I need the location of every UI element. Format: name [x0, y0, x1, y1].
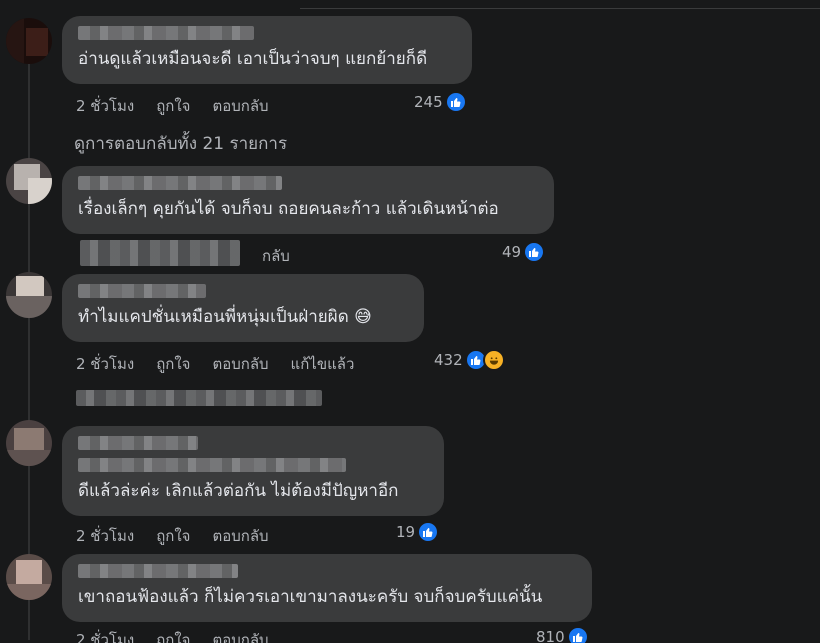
haha-reaction-icon: [482, 349, 505, 371]
comment-actions: 2 ชั่วโมง ถูกใจ ตอบกลับ: [76, 524, 269, 548]
like-button[interactable]: ถูกใจ: [156, 94, 190, 118]
comment-text: ทำไมแคปชั่นเหมือนพี่หนุ่มเป็นฝ่ายผิด 😅: [78, 307, 372, 327]
reply-button[interactable]: ตอบกลับ: [212, 94, 268, 118]
commenter-name[interactable]: [78, 436, 198, 450]
like-reaction-icon: [444, 91, 467, 113]
like-button[interactable]: ถูกใจ: [156, 628, 190, 643]
comment-bubble: ทำไมแคปชั่นเหมือนพี่หนุ่มเป็นฝ่ายผิด 😅: [62, 274, 424, 342]
commenter-name[interactable]: [78, 176, 282, 190]
reaction-count: 19: [396, 523, 416, 541]
reaction-count: 432: [434, 351, 463, 369]
avatar[interactable]: [6, 420, 52, 466]
comment-actions: 2 ชั่วโมง ถูกใจ ตอบกลับ: [76, 628, 269, 643]
commenter-name[interactable]: [78, 564, 238, 578]
commenter-name[interactable]: [78, 284, 206, 298]
comment-actions: 2 ชั่วโมง ถูกใจ ตอบกลับ แก้ไขแล้ว: [76, 352, 354, 376]
comment-actions: 2 ชั่วโมง ถูกใจ ตอบกลับ: [76, 94, 269, 118]
hidden-replies-blurred: [76, 390, 322, 406]
reply-button[interactable]: ตอบกลับ: [212, 628, 268, 643]
reaction-summary[interactable]: 810: [536, 626, 589, 643]
reply-button[interactable]: กลับ: [262, 244, 290, 268]
reaction-summary[interactable]: 432: [434, 349, 505, 371]
comment-time[interactable]: 2 ชั่วโมง: [76, 352, 134, 376]
reaction-summary[interactable]: 19: [396, 521, 440, 543]
thread-line: [28, 40, 30, 640]
comment-time[interactable]: 2 ชั่วโมง: [76, 94, 134, 118]
reply-button[interactable]: ตอบกลับ: [212, 524, 268, 548]
like-button[interactable]: ถูกใจ: [156, 352, 190, 376]
reaction-summary[interactable]: 245: [414, 91, 467, 113]
top-divider: [300, 8, 820, 9]
comment-bubble: เรื่องเล็กๆ คุยกันได้ จบก็จบ ถอยคนละก้าว…: [62, 166, 554, 234]
edited-label: แก้ไขแล้ว: [290, 355, 355, 373]
comment-time[interactable]: 2 ชั่วโมง: [76, 524, 134, 548]
comment-time[interactable]: 2 ชั่วโมง: [76, 628, 134, 643]
reply-button[interactable]: ตอบกลับ: [212, 352, 268, 376]
avatar[interactable]: [6, 158, 52, 204]
comment-actions: กลับ: [262, 244, 290, 268]
comment-bubble: เขาถอนฟ้องแล้ว ก็ไม่ควรเอาเขามาลงนะครับ …: [62, 554, 592, 622]
commenter-subtitle-blurred: [78, 458, 346, 472]
avatar[interactable]: [6, 272, 52, 318]
like-reaction-icon: [523, 241, 546, 263]
comment-text: เรื่องเล็กๆ คุยกันได้ จบก็จบ ถอยคนละก้าว…: [78, 199, 499, 219]
like-reaction-icon: [566, 626, 589, 643]
comment-text: อ่านดูแล้วเหมือนจะดี เอาเป็นว่าจบๆ แยกย้…: [78, 49, 428, 69]
reaction-count: 49: [502, 243, 522, 261]
comment-bubble: อ่านดูแล้วเหมือนจะดี เอาเป็นว่าจบๆ แยกย้…: [62, 16, 472, 84]
comment-bubble: ดีแล้วล่ะค่ะ เลิกแล้วต่อกัน ไม่ต้องมีปัญ…: [62, 426, 444, 516]
like-reaction-icon: [417, 521, 440, 543]
reaction-summary[interactable]: 49: [502, 241, 546, 263]
reaction-count: 810: [536, 628, 565, 643]
view-replies-link[interactable]: ดูการตอบกลับทั้ง 21 รายการ: [74, 130, 287, 157]
comment-text: เขาถอนฟ้องแล้ว ก็ไม่ควรเอาเขามาลงนะครับ …: [78, 587, 543, 607]
commenter-name[interactable]: [78, 26, 254, 40]
like-button[interactable]: ถูกใจ: [156, 524, 190, 548]
comment-text: ดีแล้วล่ะค่ะ เลิกแล้วต่อกัน ไม่ต้องมีปัญ…: [78, 481, 399, 501]
reaction-count: 245: [414, 93, 443, 111]
comment-actions-blurred: [80, 240, 240, 266]
avatar[interactable]: [6, 554, 52, 600]
avatar[interactable]: [6, 18, 52, 64]
